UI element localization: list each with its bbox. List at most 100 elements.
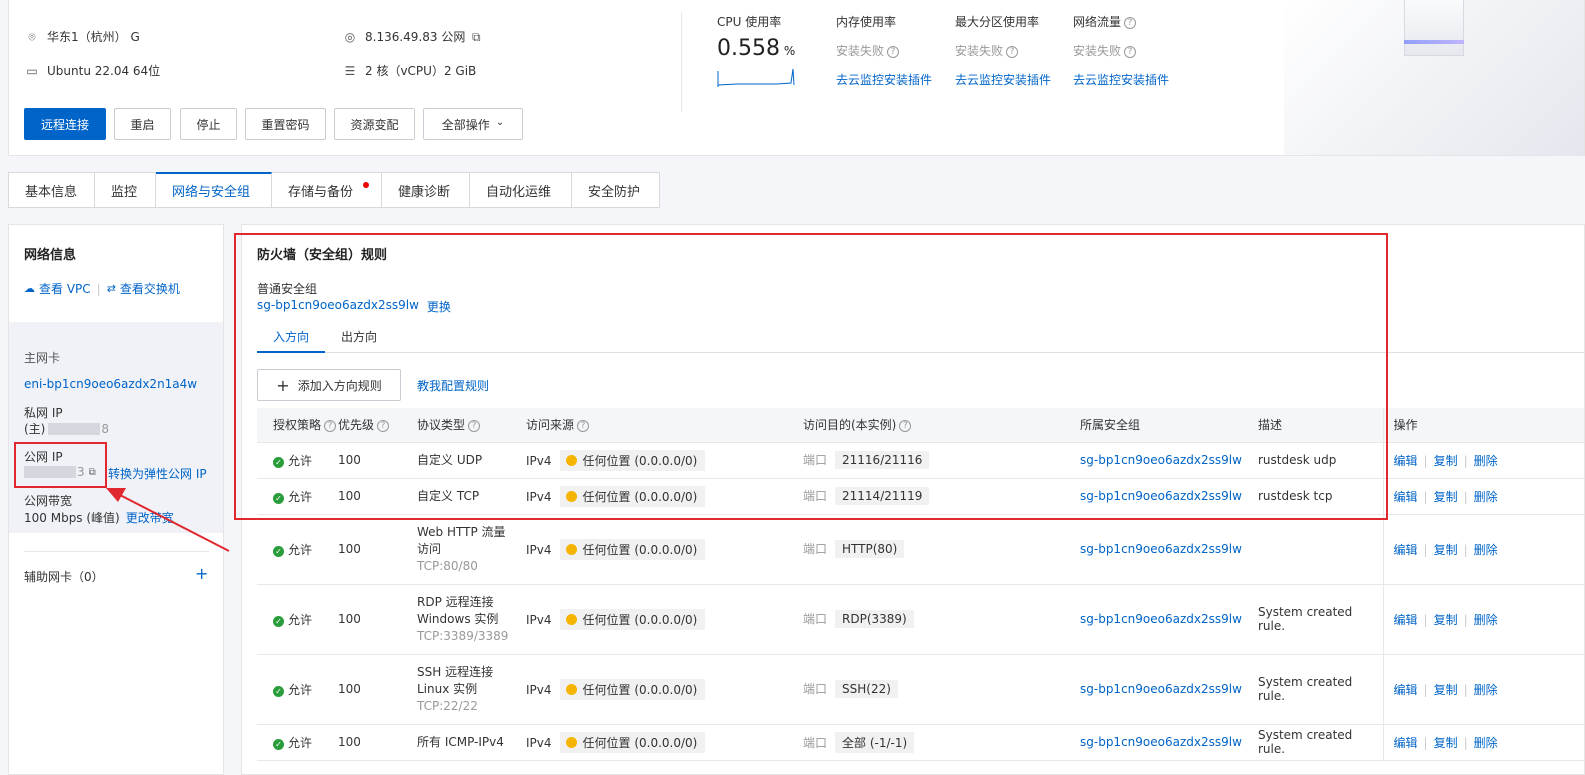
tab-inbound[interactable]: 入方向 xyxy=(257,321,325,353)
detail-tabs: 基本信息 监控 网络与安全组 存储与备份 健康诊断 自动化运维 安全防护 xyxy=(8,172,660,208)
stop-button[interactable]: 停止 xyxy=(180,108,237,140)
column-header: 访问目的(本实例) xyxy=(803,418,897,433)
delete-link[interactable]: 删除 xyxy=(1474,454,1498,468)
ip-version: IPv4 xyxy=(526,453,552,468)
port-label: 端口 xyxy=(803,735,828,750)
port-tag: 全部 (-1/-1) xyxy=(835,731,915,753)
primary-nic-link[interactable]: eni-bp1cn9oeo6azdx2n1a4w xyxy=(24,377,197,391)
copy-icon[interactable]: ⧉ xyxy=(469,30,483,44)
security-group-link[interactable]: sg-bp1cn9oeo6azdx2ss9lw xyxy=(257,298,419,315)
delete-link[interactable]: 删除 xyxy=(1474,683,1498,697)
help-icon[interactable]: ? xyxy=(1124,45,1137,58)
help-icon[interactable]: ? xyxy=(377,419,390,432)
add-icon[interactable]: + xyxy=(195,564,208,583)
cpu-unit: % xyxy=(783,44,796,58)
delete-link[interactable]: 删除 xyxy=(1474,736,1498,750)
tab-outbound[interactable]: 出方向 xyxy=(325,321,393,353)
spec-row: ☰ 2 核（vCPU）2 GiB xyxy=(343,62,477,79)
add-inbound-rule-button[interactable]: + 添加入方向规则 xyxy=(257,369,401,401)
security-group-link[interactable]: sg-bp1cn9oeo6azdx2ss9lw xyxy=(1080,453,1242,467)
security-group-link[interactable]: sg-bp1cn9oeo6azdx2ss9lw xyxy=(1080,542,1242,556)
edit-link[interactable]: 编辑 xyxy=(1394,613,1418,627)
help-icon[interactable]: ? xyxy=(899,419,912,432)
tab-network-security[interactable]: 网络与安全组 xyxy=(156,172,272,208)
protocol-name: Web HTTP 流量 xyxy=(417,524,506,539)
tab-basic-info[interactable]: 基本信息 xyxy=(8,172,95,208)
add-inbound-rule-label: 添加入方向规则 xyxy=(297,378,382,393)
config-help-link[interactable]: 教我配置规则 xyxy=(417,377,489,394)
delete-link[interactable]: 删除 xyxy=(1474,543,1498,557)
network-info-title: 网络信息 xyxy=(24,248,77,263)
resize-button[interactable]: 资源变配 xyxy=(334,108,415,140)
tab-storage-backup[interactable]: 存储与备份 xyxy=(272,172,382,208)
direction-tabs: 入方向 出方向 xyxy=(257,321,1584,353)
group-type: 普通安全组 xyxy=(257,282,318,296)
protocol-name: 所有 ICMP-IPv4 xyxy=(417,734,504,749)
port-tag: RDP(3389) xyxy=(835,610,914,628)
divider: | xyxy=(1463,542,1468,557)
check-circle-icon: ✓ xyxy=(273,492,284,504)
private-ip-prefix: (主) xyxy=(24,422,46,436)
warning-dot-icon xyxy=(565,490,577,502)
security-group-link[interactable]: sg-bp1cn9oeo6azdx2ss9lw xyxy=(1080,735,1242,749)
description-text: rustdesk udp xyxy=(1258,453,1337,467)
edit-link[interactable]: 编辑 xyxy=(1394,736,1418,750)
memory-title: 内存使用率 xyxy=(836,15,897,29)
protocol-name: SSH 远程连接 xyxy=(417,664,494,679)
os-text: Ubuntu 22.04 64位 xyxy=(47,64,161,78)
tab-monitor[interactable]: 监控 xyxy=(95,172,156,208)
remote-connect-button[interactable]: 远程连接 xyxy=(24,108,106,140)
all-actions-dropdown[interactable]: 全部操作 ⌄ xyxy=(423,108,523,140)
reboot-button[interactable]: 重启 xyxy=(114,108,171,140)
network-install-link[interactable]: 去云监控安装插件 xyxy=(1073,71,1169,88)
help-icon[interactable]: ? xyxy=(1006,45,1019,58)
private-ip-tail: 8 xyxy=(101,421,110,436)
delete-link[interactable]: 删除 xyxy=(1474,490,1498,504)
help-icon[interactable]: ? xyxy=(577,419,590,432)
security-group-link[interactable]: sg-bp1cn9oeo6azdx2ss9lw xyxy=(1080,489,1242,503)
network-status: 安装失败 xyxy=(1073,44,1122,58)
delete-link[interactable]: 删除 xyxy=(1474,613,1498,627)
view-vpc-link[interactable]: 查看 VPC xyxy=(39,280,91,297)
help-icon[interactable]: ? xyxy=(468,419,481,432)
region-row: ⌾ 华东1（杭州） G xyxy=(25,28,139,45)
edit-link[interactable]: 编辑 xyxy=(1394,543,1418,557)
memory-status: 安装失败 xyxy=(836,44,885,58)
edit-link[interactable]: 编辑 xyxy=(1394,454,1418,468)
secondary-nic-label: 辅助网卡（0） xyxy=(24,570,104,584)
tab-security[interactable]: 安全防护 xyxy=(572,172,660,208)
copy-link[interactable]: 复制 xyxy=(1434,454,1458,468)
view-vswitch-link[interactable]: 查看交换机 xyxy=(120,280,180,297)
rules-table: 授权策略? 优先级? 协议类型? 访问来源? 访问目的(本实例)? 所属安全组 … xyxy=(257,408,1584,761)
annotation-arrow xyxy=(106,488,230,552)
security-group-link[interactable]: sg-bp1cn9oeo6azdx2ss9lw xyxy=(1080,612,1242,626)
help-icon[interactable]: ? xyxy=(324,419,337,432)
memory-metric: 内存使用率 安装失败? 去云监控安装插件 xyxy=(836,13,932,88)
tab-health-diagnosis[interactable]: 健康诊断 xyxy=(382,172,470,208)
tab-automation[interactable]: 自动化运维 xyxy=(470,172,572,208)
copy-link[interactable]: 复制 xyxy=(1434,613,1458,627)
reset-password-button[interactable]: 重置密码 xyxy=(245,108,326,140)
help-icon[interactable]: ? xyxy=(887,45,900,58)
edit-link[interactable]: 编辑 xyxy=(1394,490,1418,504)
protocol-port: TCP:80/80 xyxy=(417,558,478,573)
group-row: sg-bp1cn9oeo6azdx2ss9lw 更换 xyxy=(257,298,451,315)
memory-install-link[interactable]: 去云监控安装插件 xyxy=(836,71,932,88)
copy-link[interactable]: 复制 xyxy=(1434,490,1458,504)
hero-illustration xyxy=(1284,0,1584,155)
edit-link[interactable]: 编辑 xyxy=(1394,683,1418,697)
copy-icon[interactable]: ⧉ xyxy=(89,467,96,478)
copy-link[interactable]: 复制 xyxy=(1434,683,1458,697)
security-group-link[interactable]: sg-bp1cn9oeo6azdx2ss9lw xyxy=(1080,682,1242,696)
copy-link[interactable]: 复制 xyxy=(1434,543,1458,557)
ip-version: IPv4 xyxy=(526,612,552,627)
copy-link[interactable]: 复制 xyxy=(1434,736,1458,750)
policy-text: 允许 xyxy=(288,489,313,504)
warning-dot-icon xyxy=(565,613,577,625)
spec-text: 2 核（vCPU）2 GiB xyxy=(365,64,477,78)
change-group-link[interactable]: 更换 xyxy=(427,298,451,315)
cpu-sparkline xyxy=(717,68,795,87)
column-header: 访问来源 xyxy=(526,418,575,433)
help-icon[interactable]: ? xyxy=(1124,16,1137,29)
disk-install-link[interactable]: 去云监控安装插件 xyxy=(955,71,1051,88)
